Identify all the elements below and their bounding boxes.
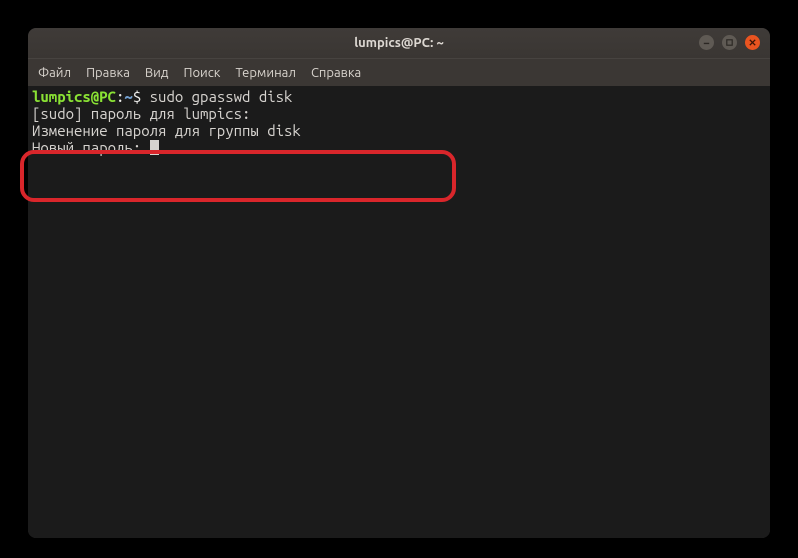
terminal-window: lumpics@PC: ~ Файл Правка Вид Поиск Терм… bbox=[28, 28, 770, 538]
window-maximize-button[interactable] bbox=[722, 35, 737, 50]
menu-file[interactable]: Файл bbox=[38, 66, 71, 80]
minimize-icon bbox=[702, 38, 711, 47]
maximize-icon bbox=[725, 38, 734, 47]
new-password-line: Новый пароль: bbox=[32, 139, 150, 156]
window-title: lumpics@PC: ~ bbox=[354, 36, 444, 50]
window-minimize-button[interactable] bbox=[699, 35, 714, 50]
prompt-path: ~ bbox=[124, 88, 132, 105]
menu-help[interactable]: Справка bbox=[311, 66, 361, 80]
prompt-symbol: $ bbox=[133, 88, 150, 105]
terminal-area[interactable]: lumpics@PC:~$ sudo gpasswd disk [sudo] п… bbox=[28, 86, 770, 538]
terminal-cursor bbox=[150, 140, 159, 155]
window-titlebar: lumpics@PC: ~ bbox=[28, 28, 770, 58]
menu-edit[interactable]: Правка bbox=[86, 66, 130, 80]
change-password-line: Изменение пароля для группы disk bbox=[32, 122, 301, 139]
menu-search[interactable]: Поиск bbox=[183, 66, 220, 80]
menu-view[interactable]: Вид bbox=[145, 66, 169, 80]
close-icon bbox=[748, 38, 757, 47]
menubar: Файл Правка Вид Поиск Терминал Справка bbox=[28, 58, 770, 86]
window-controls bbox=[699, 35, 760, 50]
window-close-button[interactable] bbox=[745, 35, 760, 50]
command-text: sudo gpasswd disk bbox=[150, 88, 293, 105]
menu-terminal[interactable]: Терминал bbox=[235, 66, 295, 80]
prompt-user: lumpics@PC bbox=[32, 88, 116, 105]
sudo-password-line: [sudo] пароль для lumpics: bbox=[32, 105, 250, 122]
